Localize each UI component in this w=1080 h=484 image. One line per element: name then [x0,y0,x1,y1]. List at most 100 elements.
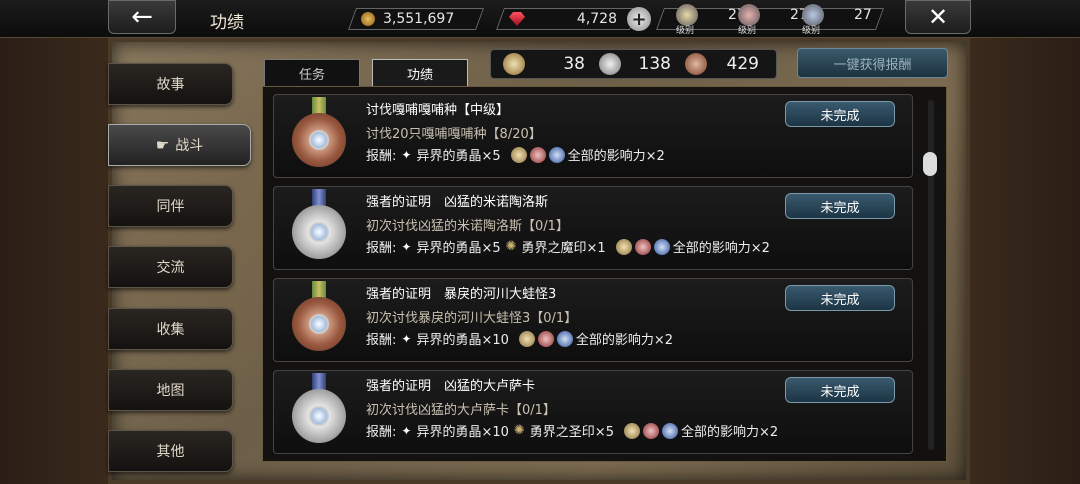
mission-rewards: 报酬: ✦ 异界的勇晶×10 ✺ 勇界之圣印×5 全部的影响力×2 [366,421,778,440]
gold-medal-icon [503,53,525,75]
medal-icon [290,373,348,453]
mission-status-label: 未完成 [820,200,860,216]
gem-counter: 4,728 [495,8,639,30]
pointer-hand-icon: ☛ [155,136,170,154]
nav-item-label: 交流 [156,260,185,276]
nav-item-4[interactable]: 收集 [108,308,233,350]
claim-all-button[interactable]: 一键获得报酬 [797,48,948,78]
influence-icon-1 [518,330,535,347]
seal-icon: ✺ [513,423,525,438]
mission-status-button[interactable]: 未完成 [785,285,895,311]
crystal-icon: ✦ [401,423,412,438]
right-border [970,0,1080,484]
nav-item-label: 收集 [156,322,185,338]
influence-icon-1 [615,238,632,255]
mission-rewards: 报酬: ✦ 异界的勇晶×5 全部的影响力×2 [366,145,665,164]
influence-icon-2 [529,146,546,163]
coin-icon [361,12,375,26]
reward-crystal: 异界的勇晶×5 [416,149,501,164]
mission-title: 强者的证明 凶猛的大卢萨卡 [366,379,536,394]
tab-task[interactable]: 任务 [264,59,360,87]
nav-item-label: 地图 [156,383,185,399]
medal-icon [290,281,348,361]
reward-crystal: 异界的勇晶×10 [416,333,509,348]
reward-seal: 勇界之魔印×1 [521,241,606,256]
tab-merit[interactable]: 功绩 [372,59,468,87]
tab-merit-label: 功绩 [406,68,433,83]
tab-task-label: 任务 [298,68,325,83]
reward-influence: 全部的影响力×2 [575,333,674,348]
mission-progress: 初次讨伐暴戾的河川大蛙怪3【0/1】 [366,311,578,326]
left-border [0,0,108,484]
influence-icon-1 [510,146,527,163]
mission-status-button[interactable]: 未完成 [785,101,895,127]
medal-icon [290,97,348,177]
nav-item-0[interactable]: 故事 [108,63,233,105]
nav-item-3[interactable]: 交流 [108,246,233,288]
gold-medal-count: 38 [563,54,585,74]
influence-icon-3 [661,422,678,439]
claim-all-label: 一键获得报酬 [833,57,912,73]
scrollbar-thumb[interactable] [923,152,937,176]
nav-item-label: 战斗 [175,138,204,154]
medal-icon [290,189,348,269]
close-icon: ✕ [927,3,949,31]
influence-icon-2 [634,238,651,255]
reward-label: 报酬: [366,333,397,348]
influence-icon-3 [653,238,670,255]
nav-item-label: 其他 [156,444,185,460]
nav-item-1[interactable]: ☛ 战斗 [108,124,251,166]
page-title: 功绩 [210,13,244,33]
back-arrow-icon: ← [131,2,153,32]
nav-item-5[interactable]: 地图 [108,369,233,411]
influence-icon-1 [623,422,640,439]
level-value: 27 [854,7,872,23]
mission-status-button[interactable]: 未完成 [785,377,895,403]
reward-crystal: 异界的勇晶×5 [416,241,501,256]
mission-progress: 初次讨伐凶猛的大卢萨卡【0/1】 [366,403,556,418]
reward-influence: 全部的影响力×2 [567,149,665,164]
crystal-icon: ✦ [401,239,412,254]
mission-card: 讨伐嘎哺嘎哺种【中级】讨伐20只嘎哺嘎哺种【8/20】 报酬: ✦ 异界的勇晶×5 全部… [273,94,913,178]
mission-card: 强者的证明 凶猛的米诺陶洛斯 初次讨伐凶猛的米诺陶洛斯【0/1】 报酬: ✦ 异界的勇晶… [273,186,913,270]
gem-icon [509,12,525,26]
influence-icon-3 [548,146,565,163]
mission-card: 强者的证明 凶猛的大卢萨卡初次讨伐凶猛的大卢萨卡【0/1】 报酬: ✦ 异界的勇晶×1… [273,370,913,454]
reward-label: 报酬: [366,241,397,256]
influence-icon-2 [642,422,659,439]
nav-item-label: 同伴 [156,199,185,215]
nav-item-label: 故事 [156,77,185,93]
seal-icon: ✺ [505,239,517,254]
level-badge-3: 级别 27 [802,4,872,36]
mission-status-button[interactable]: 未完成 [785,193,895,219]
mission-title: 强者的证明 凶猛的米诺陶洛斯 [366,195,549,210]
back-button[interactable]: ← [108,0,176,34]
mission-title: 讨伐嘎哺嘎哺种【中级】 [366,103,510,118]
reward-label: 报酬: [366,149,397,164]
plus-icon: + [631,8,647,30]
reward-seal: 勇界之圣印×5 [529,425,614,440]
mission-status-label: 未完成 [820,384,860,400]
reward-influence: 全部的影响力×2 [672,241,770,256]
coin-value: 3,551,697 [383,11,455,27]
mission-status-label: 未完成 [820,292,860,308]
add-gems-button[interactable]: + [627,7,651,31]
influence-icon-2 [537,330,554,347]
mission-card: 强者的证明 暴戾的河川大蛙怪3 初次讨伐暴戾的河川大蛙怪3【0/1】 报酬: ✦ 异界的… [273,278,913,362]
gem-value: 4,728 [576,11,617,27]
crystal-icon: ✦ [401,331,412,346]
silver-medal-count: 138 [638,54,671,74]
mission-progress: 讨伐20只嘎哺嘎哺种【8/20】 [366,127,542,142]
level-caption: 级别 [802,26,821,36]
reward-crystal: 异界的勇晶×10 [416,425,509,440]
level-caption: 级别 [676,26,695,36]
silver-medal-icon [599,53,621,75]
nav-item-6[interactable]: 其他 [108,430,233,472]
close-button[interactable]: ✕ [905,0,971,34]
mission-rewards: 报酬: ✦ 异界的勇晶×10 全部的影响力×2 [366,329,673,348]
nav-item-2[interactable]: 同伴 [108,185,233,227]
level-badge-2: 级别 27 [738,4,808,36]
crystal-icon: ✦ [401,147,412,162]
level-caption: 级别 [738,26,757,36]
reward-label: 报酬: [366,425,397,440]
